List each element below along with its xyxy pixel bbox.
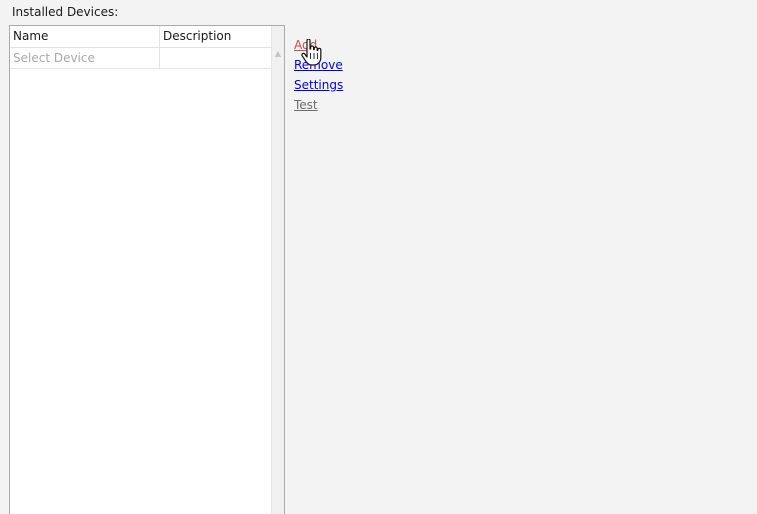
column-header-name[interactable]: Name bbox=[10, 26, 160, 47]
test-link[interactable]: Test bbox=[294, 95, 343, 115]
settings-link[interactable]: Settings bbox=[294, 75, 343, 95]
scroll-up-arrow-icon[interactable]: ▲ bbox=[272, 48, 284, 60]
device-list[interactable]: Name Description Select Device ▲ bbox=[9, 25, 285, 514]
device-name-cell: Select Device bbox=[10, 48, 160, 68]
device-description-cell bbox=[160, 48, 273, 68]
column-header-description[interactable]: Description bbox=[160, 26, 273, 47]
installed-devices-label: Installed Devices: bbox=[12, 5, 119, 19]
list-header: Name Description bbox=[10, 26, 273, 48]
hand-pointer-icon bbox=[301, 39, 322, 66]
list-item[interactable]: Select Device bbox=[10, 48, 272, 69]
vertical-scrollbar[interactable]: ▲ bbox=[271, 26, 284, 514]
